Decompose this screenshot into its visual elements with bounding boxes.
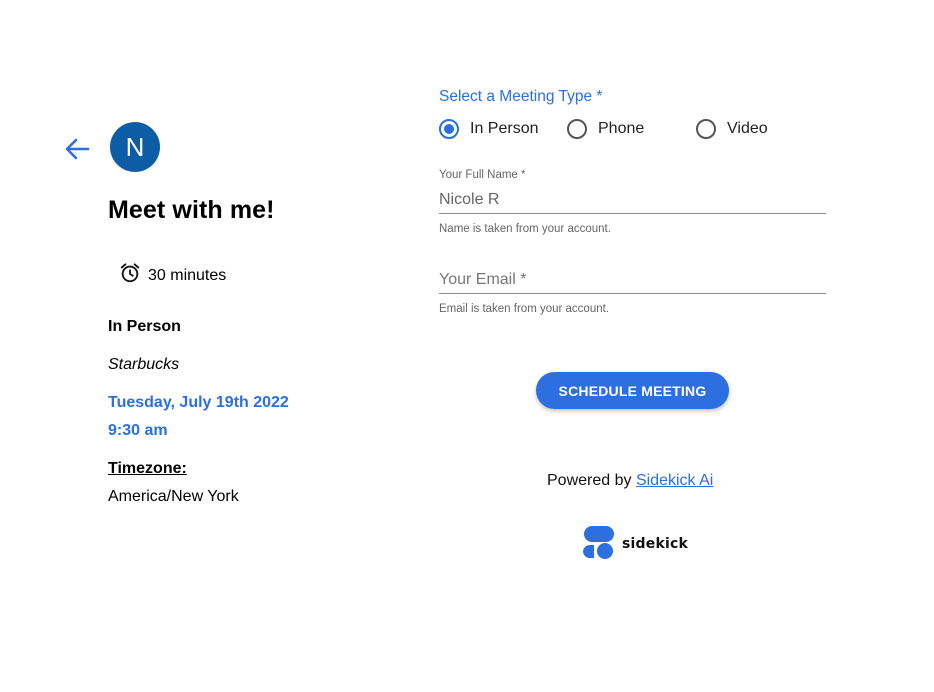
radio-circle[interactable]: [696, 119, 716, 139]
email-helper-text: Email is taken from your account.: [439, 303, 610, 315]
sidekick-logo-icon: [580, 522, 616, 565]
powered-by: Powered by Sidekick Ai: [547, 472, 713, 490]
page-title: Meet with me!: [108, 196, 275, 224]
avatar-initial: N: [125, 131, 145, 162]
name-helper-text: Name is taken from your account.: [439, 223, 611, 235]
timezone-label: Timezone:: [108, 460, 187, 477]
duration-text: 30 minutes: [148, 266, 227, 284]
radio-video[interactable]: Video: [696, 119, 768, 139]
schedule-meeting-button[interactable]: SCHEDULE MEETING: [536, 372, 729, 409]
name-field[interactable]: [439, 191, 826, 214]
radio-circle[interactable]: [567, 119, 587, 139]
meeting-time: 9:30 am: [108, 422, 168, 439]
alarm-clock-icon: [119, 262, 141, 289]
radio-in-person[interactable]: In Person: [439, 119, 538, 139]
radio-label: Phone: [598, 120, 645, 137]
duration-row: 30 minutes: [119, 262, 226, 289]
sidekick-logo: sidekick: [580, 522, 688, 565]
sidekick-ai-link[interactable]: Sidekick Ai: [636, 472, 713, 489]
sidekick-logo-text: sidekick: [622, 535, 688, 552]
radio-label: In Person: [470, 120, 539, 137]
location-type: In Person: [108, 318, 181, 335]
back-arrow-icon[interactable]: [62, 134, 92, 164]
radio-phone[interactable]: Phone: [567, 119, 644, 139]
timezone-value: America/New York: [108, 488, 239, 505]
avatar: N: [110, 122, 160, 172]
radio-label: Video: [727, 120, 768, 137]
powered-by-prefix: Powered by: [547, 472, 636, 489]
location-name: Starbucks: [108, 356, 180, 373]
meeting-date: Tuesday, July 19th 2022: [108, 394, 289, 411]
radio-circle[interactable]: [439, 119, 459, 139]
meeting-type-label: Select a Meeting Type *: [439, 88, 603, 105]
email-field[interactable]: [439, 271, 826, 294]
name-field-label: Your Full Name *: [439, 169, 526, 181]
